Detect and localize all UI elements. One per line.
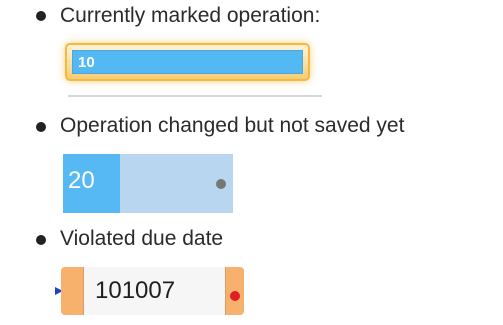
unsaved-operation-example: 20 <box>63 154 233 213</box>
bullet-icon <box>36 235 46 245</box>
unsaved-operation-label: Operation changed but not saved yet <box>60 114 405 137</box>
bullet-icon <box>36 122 46 132</box>
marked-operation-example: 10 <box>65 43 310 81</box>
red-dot-icon <box>230 291 240 301</box>
divider <box>68 95 322 97</box>
gray-dot-icon <box>216 179 226 189</box>
violated-due-date-label: Violated due date <box>60 227 224 250</box>
operation-value-cell: 20 <box>63 154 120 213</box>
operation-bar: 10 <box>72 50 303 74</box>
violated-due-date-example: 101007 <box>55 267 244 315</box>
operation-value: 10 <box>78 54 95 71</box>
bullet-icon <box>36 11 46 21</box>
marked-operation-label: Currently marked operation: <box>60 4 321 27</box>
operation-value: 101007 <box>95 277 176 304</box>
operation-value: 20 <box>68 167 95 194</box>
operation-value-cell: 101007 <box>83 267 226 315</box>
operation-block: 101007 <box>61 267 244 315</box>
unsaved-status-area <box>120 154 233 213</box>
